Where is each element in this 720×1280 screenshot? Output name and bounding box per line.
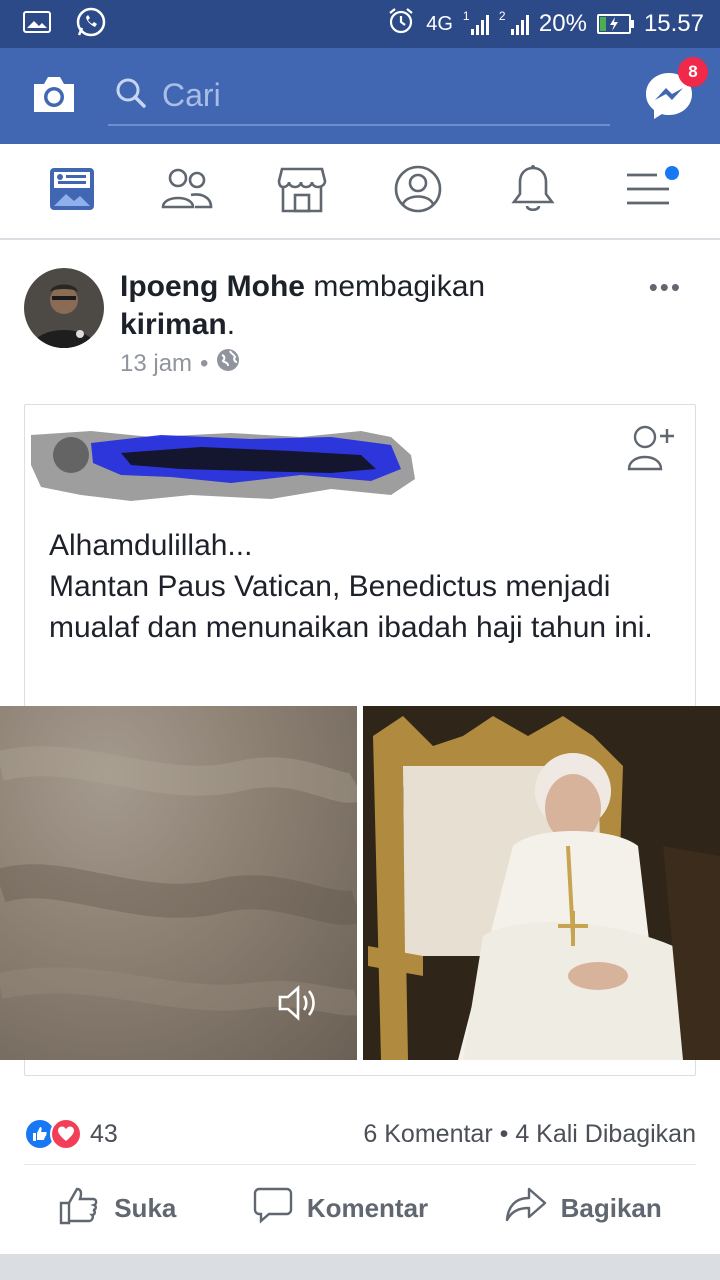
profile-icon	[393, 164, 443, 219]
bell-icon	[510, 164, 556, 219]
status-bar: 4G 1 2 20% 15.57	[0, 0, 720, 48]
headline-punct: .	[226, 308, 236, 341]
comment-count[interactable]: 6 Komentar	[363, 1120, 492, 1148]
alarm-icon	[386, 6, 416, 43]
meta-separator: •	[200, 349, 209, 377]
tab-notifications[interactable]	[498, 156, 568, 226]
share-label: Bagikan	[560, 1192, 662, 1223]
add-friend-icon	[627, 425, 677, 475]
reactions-bar[interactable]: 43 6 Komentar • 4 Kali Dibagikan	[0, 1104, 720, 1164]
tab-news-feed[interactable]	[37, 156, 107, 226]
tab-profile[interactable]	[383, 156, 453, 226]
like-label: Suka	[114, 1192, 177, 1223]
messenger-badge: 8	[678, 57, 708, 87]
shared-object-link[interactable]: kiriman	[120, 308, 227, 341]
comment-label: Komentar	[306, 1192, 429, 1223]
sound-icon[interactable]	[276, 982, 318, 1029]
add-friend-button[interactable]	[627, 423, 677, 476]
marketplace-icon	[277, 165, 327, 218]
tab-marketplace[interactable]	[267, 156, 337, 226]
nav-tabs	[0, 144, 720, 240]
network-type: 4G	[426, 12, 453, 35]
actions-divider	[24, 1164, 696, 1165]
battery-percent: 20%	[538, 10, 587, 37]
stats-bullet: •	[499, 1119, 509, 1148]
comment-button[interactable]: Komentar	[253, 1186, 428, 1231]
video-thumbnail[interactable]	[0, 706, 357, 1060]
feed-separator	[0, 1254, 720, 1280]
post-meta: 13 jam •	[120, 348, 240, 379]
sim2-label: 2	[498, 9, 506, 23]
post-header: Ipoeng Mohe membagikan kiriman. 13 jam •…	[0, 242, 720, 402]
feed-post: Ipoeng Mohe membagikan kiriman. 13 jam •…	[0, 242, 720, 1280]
post-action: membagikan	[313, 270, 486, 303]
share-count[interactable]: 4 Kali Dibagikan	[515, 1120, 696, 1148]
signal-sim1-icon: 1	[463, 9, 489, 35]
thumbs-up-icon	[58, 1185, 100, 1232]
photo-thumbnail[interactable]	[363, 706, 720, 1060]
author-avatar[interactable]	[24, 268, 104, 348]
reaction-count: 43	[90, 1119, 118, 1148]
comment-icon	[253, 1186, 293, 1231]
search-placeholder: Cari	[162, 76, 221, 113]
search-bar[interactable]: Cari	[108, 66, 610, 126]
globe-icon	[216, 348, 240, 379]
post-headline: Ipoeng Mohe membagikan kiriman.	[120, 268, 560, 344]
clock: 15.57	[643, 10, 704, 37]
gallery-icon	[22, 10, 52, 39]
reaction-icons: 43	[24, 1118, 118, 1150]
engagement-stats: 6 Komentar • 4 Kali Dibagikan	[363, 1120, 696, 1149]
like-button[interactable]: Suka	[58, 1185, 176, 1232]
menu-notification-dot	[665, 166, 680, 180]
whatsapp-icon	[74, 5, 108, 44]
share-icon	[505, 1186, 547, 1231]
post-actions: Suka Komentar Bagikan	[0, 1166, 720, 1250]
more-options-button[interactable]: •••	[649, 272, 682, 303]
sim1-label: 1	[462, 9, 470, 23]
media-grid	[0, 706, 720, 1060]
app-header: Cari 8	[0, 48, 720, 144]
tab-menu[interactable]	[613, 156, 683, 226]
love-reaction-icon	[50, 1118, 82, 1150]
tab-friends[interactable]	[152, 156, 222, 226]
search-icon	[114, 76, 148, 115]
battery-icon	[596, 14, 634, 34]
shared-post-text: Alhamdulillah... Mantan Paus Vatican, Be…	[49, 529, 653, 644]
share-button[interactable]: Bagikan	[505, 1186, 662, 1231]
redacted-author	[31, 425, 415, 505]
signal-sim2-icon: 2	[499, 9, 529, 35]
friends-icon	[161, 167, 213, 216]
author-name[interactable]: Ipoeng Mohe	[120, 270, 305, 303]
messenger-icon	[642, 73, 696, 127]
post-time[interactable]: 13 jam	[120, 350, 192, 378]
camera-icon[interactable]	[30, 72, 78, 121]
news-feed-icon	[48, 166, 96, 217]
messenger-button[interactable]: 8	[642, 57, 708, 123]
